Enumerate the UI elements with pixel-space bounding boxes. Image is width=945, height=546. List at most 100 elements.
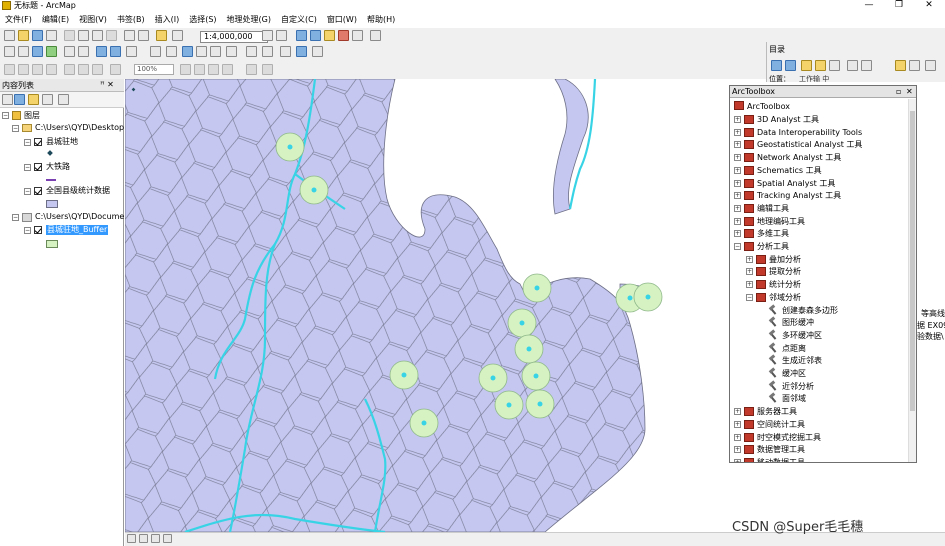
collapse-layer4-icon[interactable]: −	[24, 227, 31, 234]
full-extent-icon[interactable]	[46, 46, 57, 57]
toolset-6-expander[interactable]: +	[734, 192, 741, 200]
copy-icon[interactable]	[78, 30, 89, 41]
analysis-toolset-2-expander[interactable]: +	[746, 281, 753, 289]
toolset-5-label[interactable]: Spatial Analyst 工具	[757, 178, 835, 189]
layer2-checkbox[interactable]	[34, 163, 42, 171]
fixed-zoom-in-icon[interactable]	[64, 46, 75, 57]
catalog-refresh-icon[interactable]	[909, 60, 920, 71]
pan-icon[interactable]	[32, 46, 43, 57]
catalog-home-icon[interactable]	[815, 60, 826, 71]
find-icon[interactable]	[246, 46, 257, 57]
focus-frame-icon[interactable]	[194, 64, 205, 75]
toolset-1-expander[interactable]: +	[734, 128, 741, 136]
layer3-checkbox[interactable]	[34, 187, 42, 195]
catalog-back-icon[interactable]	[771, 60, 782, 71]
modelbuilder-icon[interactable]	[370, 30, 381, 41]
list-by-selection-icon[interactable]	[42, 94, 53, 105]
toolset-0-expander[interactable]: +	[734, 116, 741, 123]
new-icon[interactable]	[4, 30, 15, 41]
catalog-up-icon[interactable]	[801, 60, 812, 71]
search-window-icon[interactable]	[324, 30, 335, 41]
maximize-button[interactable]: ❐	[884, 0, 914, 12]
forward-extent-icon[interactable]	[110, 46, 121, 57]
print-icon[interactable]	[46, 30, 57, 41]
go-to-xy-icon[interactable]	[280, 46, 291, 57]
toolset-0-label[interactable]: 3D Analyst 工具	[757, 114, 819, 125]
toolbox-pin-icon[interactable]: ▫	[896, 86, 901, 98]
layout-back-icon[interactable]	[110, 64, 121, 75]
delete-icon[interactable]	[106, 30, 117, 41]
list-by-visibility-icon[interactable]	[28, 94, 39, 105]
route-icon[interactable]	[262, 46, 273, 57]
toolset-10-label[interactable]: 分析工具	[757, 241, 789, 252]
pause-drawing-icon[interactable]	[163, 534, 172, 543]
zoom-out-icon[interactable]	[18, 46, 29, 57]
layer4-checkbox[interactable]	[34, 226, 42, 234]
zoom-in-icon[interactable]	[4, 46, 15, 57]
paste-icon[interactable]	[92, 30, 103, 41]
select-elements-icon[interactable]	[166, 46, 177, 57]
neighborhood-tool-7[interactable]: 面邻域	[782, 393, 806, 404]
map-scale-input[interactable]: 1:4,000,000	[200, 31, 268, 43]
menu-customize[interactable]: 自定义(C)	[276, 12, 322, 28]
more-toolset-2-expander[interactable]: +	[734, 433, 741, 441]
more-toolset-1-label[interactable]: 空间统计工具	[757, 419, 805, 430]
menu-bookmarks[interactable]: 书签(B)	[112, 12, 150, 28]
hyperlink-icon[interactable]	[196, 46, 207, 57]
toolset-5-expander[interactable]: +	[734, 179, 741, 187]
menu-edit[interactable]: 编辑(E)	[37, 12, 74, 28]
cut-icon[interactable]	[64, 30, 75, 41]
analysis-toolset-3-label[interactable]: 邻域分析	[769, 292, 801, 303]
toolset-4-expander[interactable]: +	[734, 166, 741, 174]
map-canvas[interactable]	[125, 79, 729, 532]
toolbox-scrollbar[interactable]	[908, 99, 916, 462]
more-toolset-3-label[interactable]: 数据管理工具	[757, 444, 805, 455]
toolset-8-expander[interactable]: +	[734, 217, 741, 225]
data-driven-pages-icon[interactable]	[222, 64, 233, 75]
toolbox-close-icon[interactable]: ✕	[906, 86, 913, 98]
neighborhood-tool-2[interactable]: 多环缓冲区	[782, 330, 822, 341]
layout-zoom-in-icon[interactable]	[4, 64, 15, 75]
clear-selection-icon[interactable]	[150, 46, 161, 57]
save-icon[interactable]	[32, 30, 43, 41]
zoom-whole-page-icon[interactable]	[46, 64, 57, 75]
list-by-source-icon[interactable]	[14, 94, 25, 105]
more-toolset-2-label[interactable]: 时空模式挖掘工具	[757, 432, 821, 443]
catalog-views-icon[interactable]	[847, 60, 858, 71]
layout-pan-icon[interactable]	[32, 64, 43, 75]
minimize-button[interactable]: —	[854, 0, 884, 12]
menu-insert[interactable]: 插入(I)	[150, 12, 185, 28]
map-view[interactable]	[125, 79, 729, 532]
menu-file[interactable]: 文件(F)	[0, 12, 37, 28]
toolset-2-expander[interactable]: +	[734, 141, 741, 149]
layout-fixed-zoom-in-icon[interactable]	[78, 64, 89, 75]
fixed-zoom-out-icon[interactable]	[78, 46, 89, 57]
toolset-10-expander[interactable]: −	[734, 243, 741, 250]
create-viewer-icon[interactable]	[312, 46, 323, 57]
toggle-draft-icon[interactable]	[180, 64, 191, 75]
scale-dropdown-icon[interactable]	[262, 30, 273, 41]
layout-view-icon[interactable]	[139, 534, 148, 543]
analysis-toolset-3-expander[interactable]: −	[746, 293, 753, 301]
toolbox-scroll-thumb[interactable]	[910, 111, 915, 411]
layer4-label[interactable]: 县城驻地_Buffer	[46, 225, 109, 235]
layers-root-label[interactable]: 图层	[24, 111, 40, 121]
toolset-9-expander[interactable]: +	[734, 230, 741, 238]
analysis-toolset-1-label[interactable]: 提取分析	[769, 266, 801, 277]
more-toolset-4-label[interactable]: 移动数据工具	[757, 457, 805, 462]
select-features-icon[interactable]	[126, 46, 137, 57]
menu-geoprocessing[interactable]: 地理处理(G)	[222, 12, 276, 28]
catalog-location-value[interactable]: 工作输 中	[799, 75, 829, 83]
more-toolset-0-expander[interactable]: +	[734, 408, 741, 416]
toc-pin-close[interactable]: ꟸ ✕	[100, 80, 114, 89]
undo-icon[interactable]	[124, 30, 135, 41]
catalog-forward-icon[interactable]	[785, 60, 796, 71]
layout-zoom-out-icon[interactable]	[18, 64, 29, 75]
toolset-3-label[interactable]: Network Analyst 工具	[757, 152, 841, 163]
layer3-label[interactable]: 全国县级统计数据	[46, 186, 110, 196]
neighborhood-tool-1[interactable]: 图形缓冲	[782, 317, 814, 328]
zoom-100-icon[interactable]	[64, 64, 75, 75]
toolset-7-expander[interactable]: +	[734, 204, 741, 212]
identify-icon[interactable]	[182, 46, 193, 57]
catalog-folder-icon[interactable]	[895, 60, 906, 71]
